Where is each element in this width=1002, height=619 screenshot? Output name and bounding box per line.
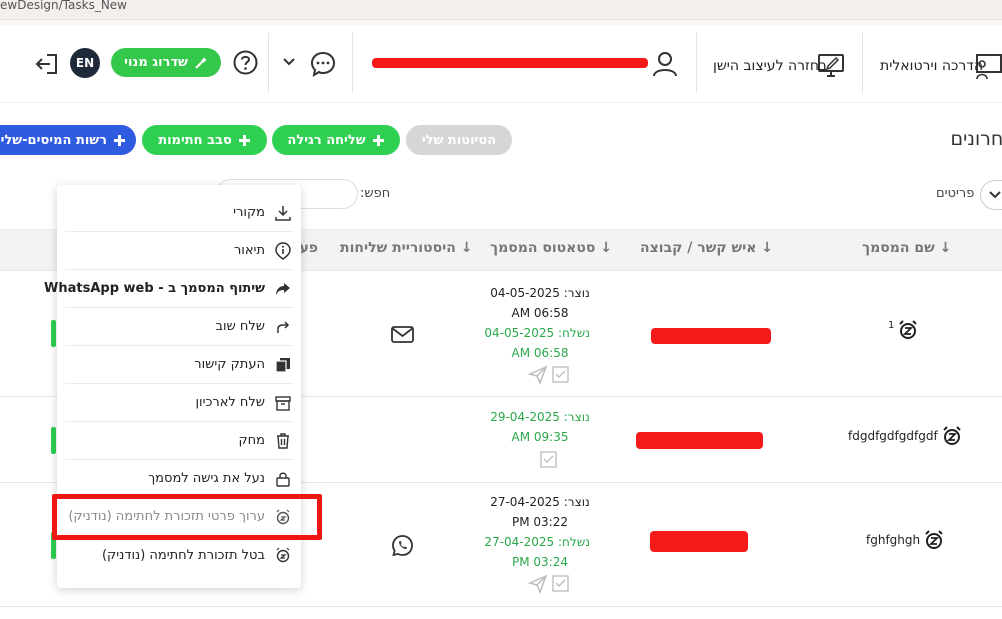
menu-item-archive[interactable]: שלח לארכיון: [65, 384, 293, 422]
presentation-icon[interactable]: [974, 52, 1002, 80]
menu-item-resend[interactable]: שלח שוב: [65, 308, 293, 346]
row-sent: נשלח: 27-04-2025: [484, 535, 590, 549]
search-label: חפש:: [360, 186, 391, 201]
row-created: נוצר: 04-05-2025: [490, 286, 590, 300]
status-indicator: [51, 427, 56, 454]
menu-item-original[interactable]: מקורי: [65, 194, 293, 232]
regular-send-label: שליחה רגילה: [287, 132, 366, 148]
table-row-doc-name: 1: [888, 320, 918, 340]
archive-icon: [275, 395, 291, 411]
chat-icon[interactable]: [309, 50, 337, 78]
help-icon[interactable]: [233, 50, 258, 75]
annotation-highlight: [52, 494, 322, 540]
row-sent-time: AM 06:58: [511, 346, 569, 360]
menu-item-share-whatsapp[interactable]: שיתוף המסמך ב - WhatsApp web: [44, 270, 293, 308]
whatsapp-icon[interactable]: [391, 534, 414, 557]
drafts-button[interactable]: הטיוטות שלי: [406, 125, 512, 155]
menu-item-cancel-reminder[interactable]: בטל תזכורת לחתימה (נודניק): [65, 536, 293, 574]
table-row-doc-name: fghfghgh: [866, 530, 944, 550]
task-list-button[interactable]: רשות המיסים-שליחה: [0, 125, 136, 155]
header-contact[interactable]: ↓ איש קשר / קבוצה: [640, 240, 773, 256]
redacted-contact: [636, 432, 763, 449]
redacted-user-name: [372, 58, 648, 68]
checkbox-icon: [540, 451, 557, 468]
trash-icon: [277, 432, 289, 449]
drafts-label: הטיוטות שלי: [421, 132, 497, 148]
upgrade-label: שדרוג מנוי: [124, 55, 188, 70]
old-design-link[interactable]: בחזרה לעיצוב הישן: [713, 58, 827, 74]
menu-item-description[interactable]: תיאור: [65, 232, 293, 270]
status-indicator: [51, 320, 56, 347]
checkbox-icon: [552, 366, 569, 383]
monitor-edit-icon[interactable]: [817, 52, 845, 78]
table-row-doc-name: fdgdfgdfgdfgdf: [848, 426, 962, 446]
envelope-icon[interactable]: [391, 326, 414, 343]
address-bar: ewDesign/Tasks_New: [0, 0, 1002, 20]
header-history[interactable]: ↓ היסטוריית שליחות: [340, 240, 473, 256]
row-created: נוצר: 27-04-2025: [490, 495, 590, 509]
row-sent-time: PM 03:24: [512, 555, 568, 569]
plus-icon: [114, 134, 125, 146]
url-text: ewDesign/Tasks_New: [0, 0, 127, 12]
items-per-page-label: פריטים: [936, 186, 975, 201]
signing-round-label: סבב חתימות: [158, 132, 232, 148]
regular-send-button[interactable]: שליחה רגילה: [272, 125, 400, 155]
plus-icon: [238, 134, 250, 146]
language-badge[interactable]: EN: [70, 48, 100, 78]
items-per-page-select[interactable]: [980, 180, 1002, 210]
row-created: נוצר: 29-04-2025: [490, 410, 590, 424]
header-status[interactable]: ↓ סטאטוס המסמך: [490, 240, 612, 256]
snooze-alarm-icon: [925, 530, 943, 549]
share-icon: [276, 282, 290, 295]
lock-icon: [276, 472, 290, 487]
magic-wand-icon: [195, 56, 207, 69]
upgrade-button[interactable]: שדרוג מנוי: [111, 48, 221, 77]
send-icon: [528, 365, 548, 385]
menu-item-lock-access[interactable]: נעל את גישה למסמך: [65, 460, 293, 498]
redacted-contact: [651, 328, 771, 344]
snooze-alarm-icon: [899, 320, 918, 339]
menu-item-copy-link[interactable]: העתק קישור: [65, 346, 293, 384]
logout-icon[interactable]: [33, 52, 59, 76]
download-icon: [275, 205, 291, 221]
header-divider: [862, 33, 863, 93]
header-doc-name[interactable]: ↓ שם המסמך: [862, 240, 951, 256]
page-title: אחרונים: [950, 128, 1002, 150]
chevron-down-icon: [989, 191, 1001, 199]
send-icon: [528, 574, 548, 594]
chevron-down-icon[interactable]: [282, 57, 296, 67]
checkbox-icon: [552, 575, 569, 592]
alarm-icon: [276, 547, 290, 563]
plus-icon: [372, 134, 384, 146]
header-divider: [268, 33, 269, 93]
redacted-contact: [650, 531, 748, 552]
info-icon: [275, 241, 291, 260]
header-divider: [352, 33, 353, 93]
header-divider: [696, 33, 697, 93]
row-created-time: PM 03:22: [512, 515, 568, 529]
snooze-alarm-icon: [942, 426, 961, 445]
user-icon[interactable]: [652, 51, 678, 77]
task-list-label: רשות המיסים-שליחה: [0, 132, 107, 148]
resend-icon: [277, 320, 290, 333]
menu-item-delete[interactable]: מחק: [65, 422, 293, 460]
row-created-time: AM 06:58: [511, 306, 569, 320]
row-created-time: AM 09:35: [511, 430, 569, 444]
row-sent: נשלח: 04-05-2025: [484, 326, 590, 340]
copy-icon: [275, 357, 290, 373]
row-divider: [0, 606, 1002, 607]
signing-round-button[interactable]: סבב חתימות: [142, 125, 267, 155]
virtual-guide-link[interactable]: הדרכה וירטואלית: [880, 58, 983, 74]
